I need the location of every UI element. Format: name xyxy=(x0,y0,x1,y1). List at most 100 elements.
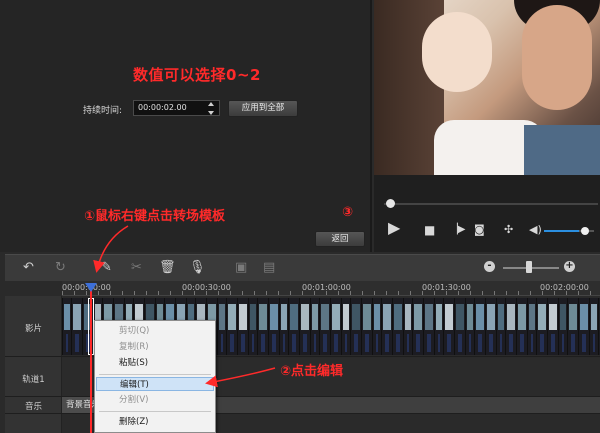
duration-input[interactable]: 00:00:02.00 xyxy=(133,100,220,116)
duration-spinner[interactable] xyxy=(208,102,216,115)
transition-slot xyxy=(540,334,544,352)
cut-icon[interactable]: ✂ xyxy=(131,261,142,275)
film-clip[interactable] xyxy=(71,298,82,355)
transition-slot xyxy=(469,334,471,352)
stop-icon[interactable]: ■ xyxy=(424,223,435,237)
film-clip[interactable] xyxy=(527,298,536,355)
zoom-in-button[interactable]: + xyxy=(564,261,575,272)
film-clip[interactable] xyxy=(403,298,412,355)
timeline-ruler[interactable]: 00:00:00:00 00:00:30:00 00:01:00:00 00:0… xyxy=(62,281,600,296)
film-clip[interactable] xyxy=(465,298,474,355)
menu-item-paste[interactable]: 粘贴(S) xyxy=(96,356,214,370)
menu-item-split[interactable]: 分割(V) xyxy=(96,393,214,407)
film-clip[interactable] xyxy=(547,298,558,355)
film-clip[interactable] xyxy=(310,298,319,355)
player-controls: ▶ ■ ▕▶ ◙ ✣ ◀) xyxy=(374,175,600,252)
film-clip[interactable] xyxy=(341,298,350,355)
delete-icon[interactable]: 🗑 xyxy=(159,261,176,275)
film-clip[interactable] xyxy=(516,298,527,355)
film-clip[interactable] xyxy=(319,298,330,355)
clip-thumbnail xyxy=(250,304,256,330)
film-clip[interactable] xyxy=(505,298,516,355)
record-mic-icon[interactable]: 🎙 xyxy=(189,261,206,275)
playhead[interactable] xyxy=(90,284,92,433)
film-clip[interactable] xyxy=(279,298,288,355)
video-editor-window: 数值可以选择0~2 持续时间: 00:00:02.00 应用到全部 ①鼠标右键点… xyxy=(0,0,600,433)
snapshot-icon[interactable]: ◙ xyxy=(474,223,485,237)
film-clip[interactable] xyxy=(412,298,423,355)
menu-item-delete[interactable]: 删除(Z) xyxy=(96,415,214,429)
spin-up-icon[interactable] xyxy=(208,102,214,106)
clip-thumbnail xyxy=(425,304,433,330)
film-clip[interactable] xyxy=(578,298,589,355)
apply-to-all-button[interactable]: 应用到全部 xyxy=(228,100,298,117)
play-icon[interactable]: ▶ xyxy=(388,220,400,236)
back-button[interactable]: 返回 xyxy=(315,231,365,247)
clip-thumbnail xyxy=(64,304,70,330)
menu-item-edit[interactable]: 编辑(T) xyxy=(96,377,214,391)
progress-handle[interactable] xyxy=(386,199,395,208)
film-clip[interactable] xyxy=(392,298,403,355)
clip-thumbnail xyxy=(259,304,267,330)
film-clip[interactable] xyxy=(536,298,547,355)
playhead-marker-icon[interactable] xyxy=(85,283,97,292)
film-clip[interactable] xyxy=(330,298,341,355)
screen-capture-icon[interactable]: ▣ xyxy=(235,261,247,275)
film-clip[interactable] xyxy=(558,298,567,355)
film-clip[interactable] xyxy=(248,298,257,355)
film-clip[interactable] xyxy=(217,298,226,355)
film-clip[interactable] xyxy=(288,298,299,355)
film-clip[interactable] xyxy=(237,298,248,355)
clip-thumbnail xyxy=(290,304,298,330)
film-clip[interactable] xyxy=(454,298,465,355)
fullscreen-icon[interactable]: ✣ xyxy=(504,223,513,237)
film-clip[interactable] xyxy=(496,298,505,355)
clip-thumbnail xyxy=(529,304,535,330)
transition-slot xyxy=(66,334,68,352)
film-clip[interactable] xyxy=(485,298,496,355)
film-clip[interactable] xyxy=(443,298,454,355)
clip-thumbnail xyxy=(281,304,287,330)
film-clip[interactable] xyxy=(381,298,392,355)
film-clip[interactable] xyxy=(423,298,434,355)
transition-slot xyxy=(509,334,513,352)
film-clip[interactable] xyxy=(299,298,310,355)
menu-item-copy[interactable]: 复制(R) xyxy=(96,340,214,354)
volume-handle[interactable] xyxy=(581,227,589,235)
zoom-slider-handle[interactable] xyxy=(526,261,532,273)
film-clip[interactable] xyxy=(474,298,485,355)
undo-icon[interactable]: ↶ xyxy=(23,261,34,275)
film-clip[interactable] xyxy=(62,298,71,355)
film-clip[interactable] xyxy=(268,298,279,355)
transition-slot xyxy=(272,334,276,352)
clip-thumbnail xyxy=(321,304,329,330)
redo-icon[interactable]: ↻ xyxy=(55,261,66,275)
clip-thumbnail xyxy=(560,304,566,330)
annotation-step1: ①鼠标右键点击转场模板 xyxy=(84,209,226,224)
card-icon[interactable]: ▤ xyxy=(263,261,275,275)
transition-slot xyxy=(241,334,245,352)
transition-slot xyxy=(407,334,409,352)
clip-thumbnail xyxy=(363,304,371,330)
transition-slot xyxy=(593,334,595,352)
clip-thumbnail xyxy=(518,304,526,330)
volume-icon[interactable]: ◀) xyxy=(529,223,542,237)
duration-value: 00:00:02.00 xyxy=(138,103,187,112)
film-clip[interactable] xyxy=(257,298,268,355)
film-clip[interactable] xyxy=(372,298,381,355)
film-clip[interactable] xyxy=(226,298,237,355)
progress-track[interactable] xyxy=(384,203,598,205)
edit-icon[interactable]: ✎ xyxy=(101,261,112,275)
film-clip[interactable] xyxy=(567,298,578,355)
film-clip[interactable] xyxy=(589,298,598,355)
clip-thumbnail xyxy=(374,304,380,330)
film-clip[interactable] xyxy=(434,298,443,355)
clip-thumbnail xyxy=(436,304,442,330)
film-clip[interactable] xyxy=(361,298,372,355)
film-clip[interactable] xyxy=(350,298,361,355)
zoom-out-button[interactable]: - xyxy=(484,261,495,272)
transition-slot xyxy=(582,334,586,352)
spin-down-icon[interactable] xyxy=(208,111,214,115)
next-frame-icon[interactable]: ▕▶ xyxy=(450,223,465,237)
menu-item-cut[interactable]: 剪切(Q) xyxy=(96,324,214,338)
